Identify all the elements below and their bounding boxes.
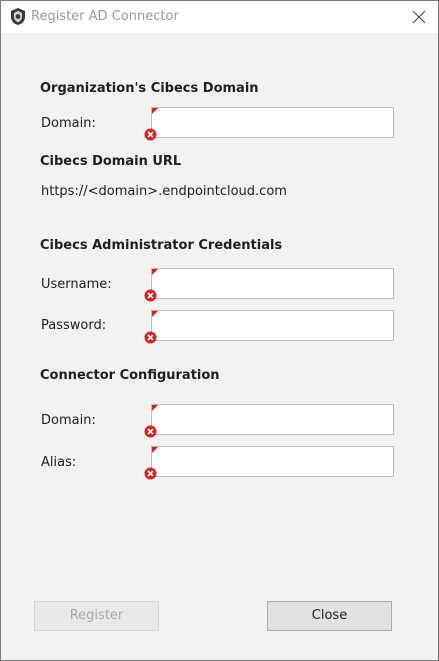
required-flag-icon [152,405,158,411]
error-icon [144,289,157,302]
alias-field-wrap [144,446,394,480]
username-label: Username: [41,277,112,292]
password-label: Password: [41,318,107,333]
error-icon [144,425,157,438]
domain-url-heading: Cibecs Domain URL [40,154,182,169]
register-ad-connector-dialog: Register AD Connector Organization's Cib… [0,0,439,661]
close-button[interactable]: Close [267,601,392,631]
error-icon [144,467,157,480]
org-domain-field-wrap [144,107,394,141]
required-flag-icon [152,108,158,114]
app-shield-icon [11,8,25,25]
username-field-wrap [144,268,394,302]
username-input[interactable] [151,268,394,299]
title-bar: Register AD Connector [1,1,438,33]
org-domain-input[interactable] [151,107,394,138]
close-window-icon[interactable] [409,7,429,27]
connector-domain-field-wrap [144,404,394,438]
required-flag-icon [152,447,158,453]
password-input[interactable] [151,310,394,341]
register-button[interactable]: Register [34,601,159,631]
alias-input[interactable] [151,446,394,477]
org-domain-heading: Organization's Cibecs Domain [40,81,259,96]
error-icon [144,128,157,141]
admin-credentials-heading: Cibecs Administrator Credentials [40,238,283,253]
connector-domain-input[interactable] [151,404,394,435]
org-domain-label: Domain: [41,116,96,131]
error-icon [144,331,157,344]
connector-config-heading: Connector Configuration [40,368,220,383]
connector-domain-label: Domain: [41,413,96,428]
window-title: Register AD Connector [31,9,179,24]
required-flag-icon [152,311,158,317]
domain-url-text: https://<domain>.endpointcloud.com [41,184,287,199]
required-flag-icon [152,269,158,275]
alias-label: Alias: [41,455,77,470]
password-field-wrap [144,310,394,344]
